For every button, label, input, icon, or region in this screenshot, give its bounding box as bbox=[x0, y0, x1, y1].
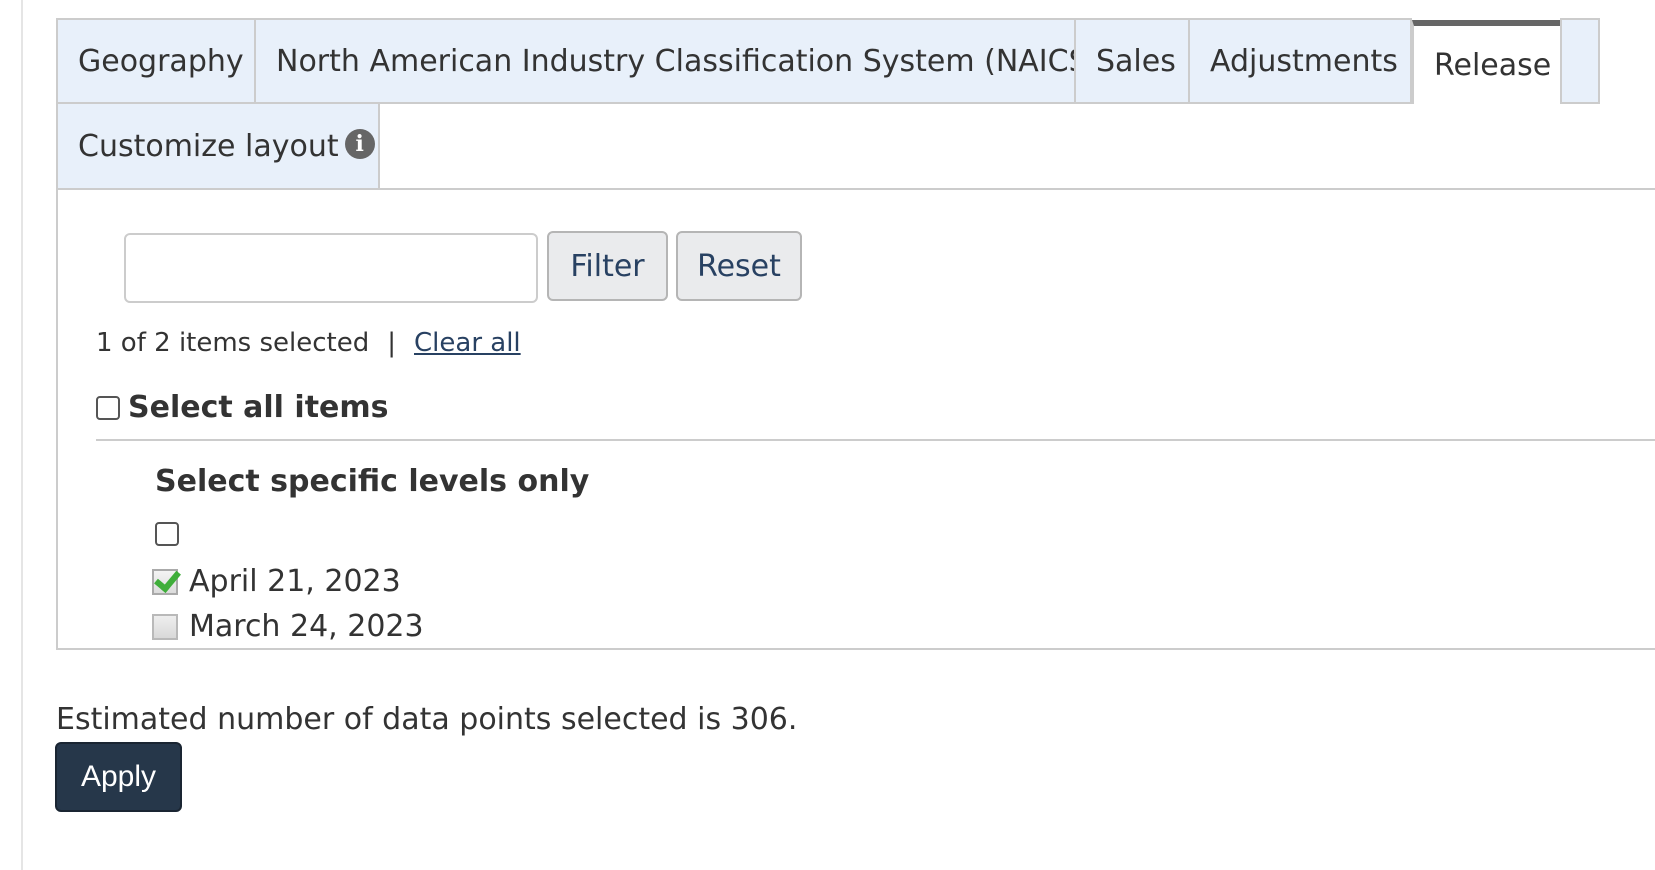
tab-sales[interactable]: Sales bbox=[1074, 18, 1190, 104]
item-label: April 21, 2023 bbox=[189, 564, 401, 599]
item-label: March 24, 2023 bbox=[189, 609, 424, 644]
tab-geography[interactable]: Geography bbox=[56, 18, 256, 104]
tab-edge[interactable] bbox=[1560, 18, 1600, 104]
select-all-row[interactable]: Select all items bbox=[96, 390, 389, 425]
list-item[interactable]: March 24, 2023 bbox=[152, 609, 424, 644]
list-item[interactable]: April 21, 2023 bbox=[152, 564, 401, 599]
tab-label: Release bbox=[1434, 47, 1552, 83]
page: Geography North American Industry Classi… bbox=[0, 0, 1655, 870]
selection-status: 1 of 2 items selected | Clear all bbox=[96, 328, 521, 358]
tab-label: Adjustments bbox=[1210, 43, 1398, 79]
info-icon[interactable]: i bbox=[344, 129, 375, 159]
tab-adjustments[interactable]: Adjustments bbox=[1188, 18, 1412, 104]
divider bbox=[96, 439, 1655, 441]
separator: | bbox=[387, 328, 397, 358]
data-points-estimate: Estimated number of data points selected… bbox=[56, 702, 798, 737]
apply-button[interactable]: Apply bbox=[55, 742, 182, 812]
search-input[interactable] bbox=[124, 233, 538, 303]
selected-count: 1 of 2 items selected bbox=[96, 328, 370, 358]
tab-naics[interactable]: North American Industry Classification S… bbox=[254, 18, 1099, 104]
select-all-label: Select all items bbox=[128, 390, 389, 425]
item-checkbox[interactable] bbox=[152, 613, 178, 640]
tab-label: Sales bbox=[1096, 43, 1176, 79]
tab-customize-layout[interactable]: Customize layout i bbox=[56, 102, 380, 190]
select-level-checkbox[interactable] bbox=[155, 522, 179, 546]
tab-label: North American Industry Classification S… bbox=[276, 43, 1100, 79]
left-border bbox=[21, 0, 23, 870]
checkmark-icon bbox=[154, 564, 181, 593]
clear-all-link[interactable]: Clear all bbox=[414, 328, 521, 358]
tab-label: Geography bbox=[78, 43, 244, 79]
filter-button[interactable]: Filter bbox=[547, 231, 668, 301]
item-checkbox-checked[interactable] bbox=[152, 564, 181, 595]
tab-label: Customize layout bbox=[78, 128, 339, 164]
tab-release[interactable]: Release bbox=[1412, 20, 1564, 104]
select-all-checkbox[interactable] bbox=[96, 395, 120, 420]
reset-button[interactable]: Reset bbox=[676, 231, 802, 301]
levels-heading: Select specific levels only bbox=[155, 464, 590, 499]
